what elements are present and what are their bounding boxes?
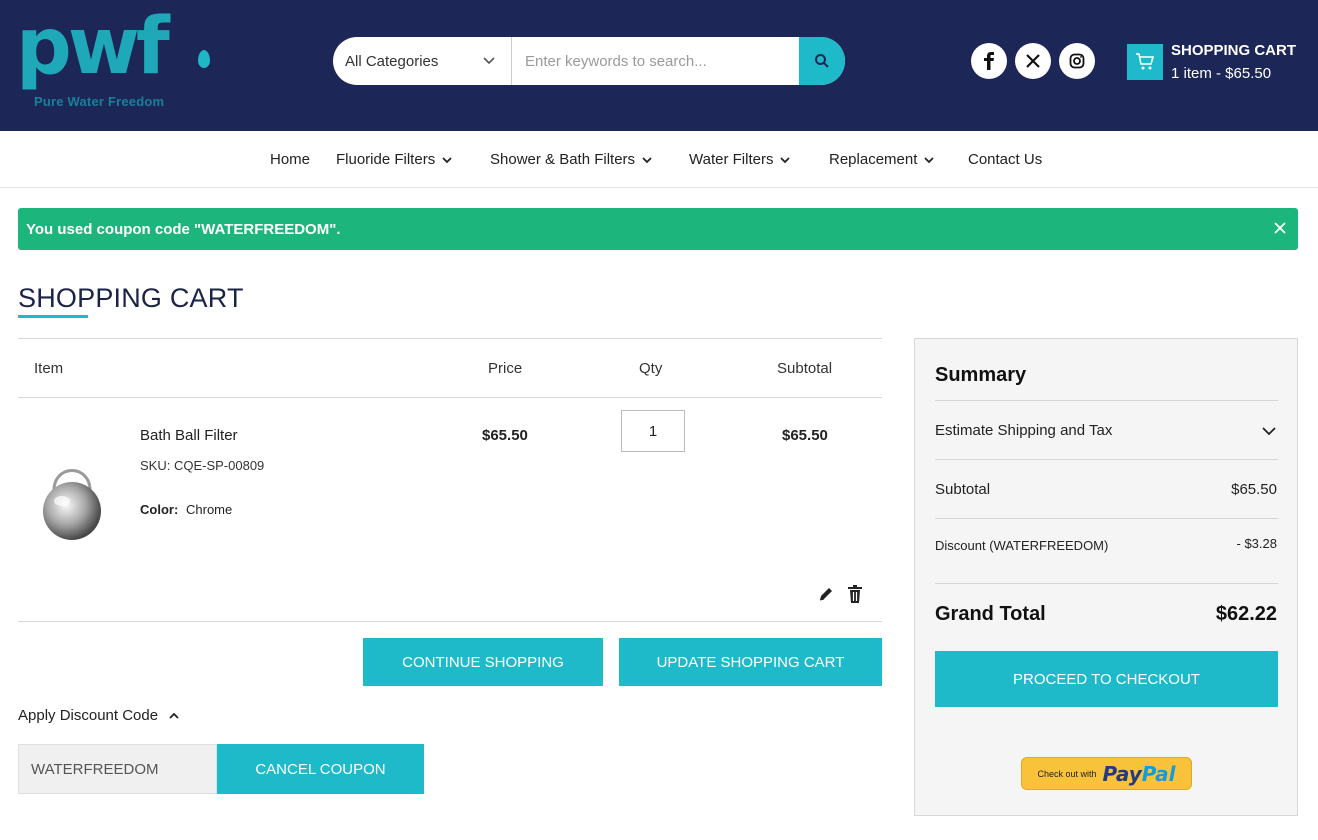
product-subtotal: $65.50 bbox=[782, 427, 828, 444]
close-icon[interactable] bbox=[1272, 220, 1288, 236]
divider bbox=[935, 583, 1278, 584]
column-header-subtotal: Subtotal bbox=[777, 360, 833, 377]
discount-value: - $3.28 bbox=[1236, 536, 1277, 551]
nav-replacement[interactable]: Replacement bbox=[829, 151, 935, 168]
page-title: SHOPPING CART bbox=[18, 283, 244, 313]
subtotal-label: Subtotal bbox=[935, 481, 991, 498]
top-header: pwf Pure Water Freedom All Categories SH… bbox=[0, 0, 1318, 131]
chevron-down-icon bbox=[642, 156, 652, 163]
cart-icon bbox=[1127, 44, 1163, 80]
logo-text: pwf bbox=[16, 2, 170, 92]
divider bbox=[935, 518, 1278, 519]
nav-shower-bath-filters[interactable]: Shower & Bath Filters bbox=[490, 151, 653, 168]
trash-icon[interactable] bbox=[847, 585, 863, 603]
coupon-success-alert: You used coupon code "WATERFREEDOM". bbox=[18, 208, 1298, 250]
header-cart-summary: 1 item - $65.50 bbox=[1171, 65, 1272, 82]
quantity-input[interactable] bbox=[621, 410, 685, 452]
grand-total-value: $62.22 bbox=[1215, 603, 1277, 625]
divider bbox=[935, 459, 1278, 460]
main-nav: Home Fluoride Filters Shower & Bath Filt… bbox=[0, 131, 1318, 188]
instagram-link[interactable] bbox=[1059, 43, 1095, 79]
nav-fluoride-filters[interactable]: Fluoride Filters bbox=[336, 151, 453, 168]
search-button[interactable] bbox=[799, 37, 845, 85]
product-image[interactable] bbox=[36, 455, 108, 541]
product-name-link[interactable]: Bath Ball Filter bbox=[140, 427, 238, 444]
nav-contact-us-label: Contact Us bbox=[968, 151, 1043, 168]
discount-label: Discount (WATERFREEDOM) bbox=[935, 538, 1109, 553]
discount-code-toggle-label: Apply Discount Code bbox=[18, 707, 159, 724]
logo-tagline: Pure Water Freedom bbox=[34, 94, 165, 109]
discount-code-input[interactable] bbox=[18, 744, 217, 794]
subtotal-value: $65.50 bbox=[1231, 481, 1277, 498]
nav-contact-us[interactable]: Contact Us bbox=[968, 151, 1042, 168]
nav-shower-bath-filters-label: Shower & Bath Filters bbox=[490, 151, 636, 168]
category-select-value: All Categories bbox=[345, 52, 439, 70]
summary-title: Summary bbox=[935, 364, 1027, 386]
product-color-value: Chrome bbox=[186, 502, 233, 517]
nav-replacement-label: Replacement bbox=[829, 151, 918, 168]
header-cart-title: SHOPPING CART bbox=[1171, 42, 1297, 59]
brand-logo[interactable]: pwf Pure Water Freedom bbox=[16, 8, 211, 112]
divider bbox=[18, 621, 882, 622]
update-cart-button[interactable]: UPDATE SHOPPING CART bbox=[619, 638, 882, 686]
chevron-up-icon bbox=[169, 712, 179, 719]
column-header-qty: Qty bbox=[639, 360, 663, 377]
estimate-shipping-toggle[interactable]: Estimate Shipping and Tax bbox=[935, 422, 1112, 439]
continue-shopping-button[interactable]: CONTINUE SHOPPING bbox=[363, 638, 603, 686]
header-cart[interactable]: SHOPPING CART 1 item - $65.50 bbox=[1127, 42, 1307, 88]
divider bbox=[935, 400, 1278, 401]
title-underline bbox=[18, 315, 88, 318]
search-icon bbox=[815, 54, 829, 68]
column-header-item: Item bbox=[34, 360, 64, 377]
order-summary: Summary Estimate Shipping and Tax Subtot… bbox=[914, 338, 1298, 816]
chevron-down-icon bbox=[442, 156, 452, 163]
x-link[interactable] bbox=[1015, 43, 1051, 79]
divider bbox=[18, 338, 882, 339]
water-drop-icon bbox=[198, 50, 210, 68]
x-icon bbox=[1026, 54, 1040, 68]
nav-home[interactable]: Home bbox=[270, 151, 310, 168]
paypal-logo: PayPal bbox=[1102, 761, 1176, 786]
paypal-checkout-button[interactable]: Check out with PayPal bbox=[1021, 757, 1192, 790]
product-color-label: Color: bbox=[140, 502, 179, 517]
column-header-price: Price bbox=[488, 360, 523, 377]
paypal-small-text: Check out with bbox=[1037, 768, 1097, 779]
discount-code-toggle[interactable]: Apply Discount Code bbox=[18, 707, 180, 724]
product-sku: SKU: CQE-SP-00809 bbox=[140, 458, 265, 473]
facebook-link[interactable] bbox=[971, 43, 1007, 79]
instagram-icon bbox=[1069, 53, 1085, 69]
chevron-down-icon bbox=[780, 156, 791, 163]
proceed-to-checkout-button[interactable]: PROCEED TO CHECKOUT bbox=[935, 651, 1278, 707]
nav-water-filters[interactable]: Water Filters bbox=[689, 151, 791, 168]
nav-fluoride-filters-label: Fluoride Filters bbox=[336, 151, 436, 168]
chevron-down-icon bbox=[483, 57, 495, 65]
edit-icon[interactable] bbox=[818, 586, 834, 602]
chevron-down-icon[interactable] bbox=[1261, 423, 1277, 439]
search-input[interactable] bbox=[513, 37, 799, 85]
nav-water-filters-label: Water Filters bbox=[689, 151, 774, 168]
facebook-icon bbox=[984, 52, 994, 70]
search-bar: All Categories bbox=[333, 37, 845, 85]
grand-total-label: Grand Total bbox=[935, 603, 1046, 625]
nav-home-label: Home bbox=[270, 151, 311, 168]
cancel-coupon-button[interactable]: CANCEL COUPON bbox=[217, 744, 424, 794]
divider bbox=[18, 397, 882, 398]
product-price: $65.50 bbox=[482, 427, 528, 444]
category-select[interactable]: All Categories bbox=[333, 37, 512, 85]
alert-message: You used coupon code "WATERFREEDOM". bbox=[26, 221, 341, 238]
chevron-down-icon bbox=[924, 156, 935, 163]
